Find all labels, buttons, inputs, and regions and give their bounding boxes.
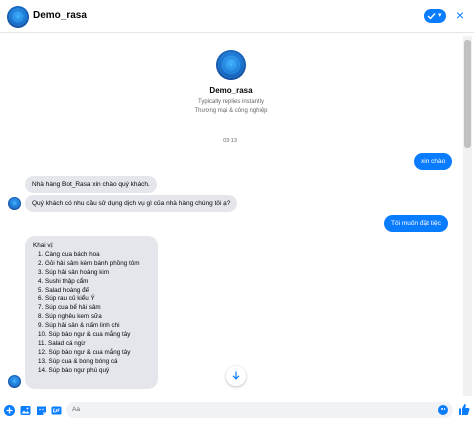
arrow-down-icon <box>232 371 240 380</box>
list-item: 8. Súp nghêu kem sữa <box>38 313 102 321</box>
list-item: 1. Càng cua bách hoa <box>38 250 100 258</box>
scrollbar-thumb[interactable] <box>464 40 471 148</box>
scroll-to-bottom-button[interactable] <box>226 366 246 386</box>
menu-list-message[interactable]: Khai vị: 1. Càng cua bách hoa 2. Gỏi hải… <box>25 236 158 389</box>
menu-heading: Khai vị: <box>33 242 54 249</box>
message-composer: Aa <box>0 397 474 424</box>
close-icon[interactable]: × <box>452 6 468 24</box>
check-icon <box>427 13 436 20</box>
scrollbar[interactable] <box>463 36 472 396</box>
list-item: 7. Súp cua bể hải sâm <box>38 304 101 312</box>
image-icon[interactable] <box>20 405 31 416</box>
list-item: 14. Súp bào ngư phú quý <box>38 366 110 374</box>
emoji-icon[interactable] <box>438 405 448 415</box>
list-item: 3. Súp hải sản hoàng kim <box>38 268 110 276</box>
incoming-message[interactable]: Quý khách có nhu cầu sử dụng dịch vụ gì … <box>25 195 238 212</box>
incoming-message[interactable]: Nhà hàng Bot_Rasa xin chào quý khách. <box>25 176 157 193</box>
bot-avatar <box>8 197 21 210</box>
profile-category: Thương mại & công nghiệp <box>194 108 268 114</box>
outgoing-message[interactable]: xin chào <box>414 153 453 170</box>
bot-avatar <box>8 375 21 388</box>
chat-header: Demo_rasa ▾ × <box>0 0 474 33</box>
profile-name: Demo_rasa <box>209 86 253 95</box>
list-item: 10. Súp bào ngư & cua mắng tây <box>38 331 131 339</box>
message-input[interactable]: Aa <box>66 402 453 418</box>
outgoing-message[interactable]: Tôi muốn đặt tiệc <box>384 215 448 232</box>
profile-status: Typically replies instantly <box>197 99 265 105</box>
gif-icon[interactable] <box>51 405 62 416</box>
conversation-area[interactable]: Demo_rasa Typically replies instantly Th… <box>0 34 474 396</box>
header-avatar[interactable] <box>7 6 29 28</box>
list-item: 4. Sushi thập cẩm <box>38 277 89 285</box>
sticker-icon[interactable] <box>36 405 47 416</box>
list-item: 12. Súp bào ngư & cua mắng tây <box>38 348 131 356</box>
options-button[interactable]: ▾ <box>424 9 446 23</box>
list-item: 6. Súp rau củ kiểu Ý <box>38 295 95 303</box>
profile-avatar <box>216 50 246 80</box>
chevron-down-icon: ▾ <box>438 12 442 19</box>
plus-icon[interactable] <box>4 405 15 416</box>
list-item: 9. Súp hải sản & nấm linh chi <box>38 322 120 330</box>
message-timestamp: 03:13 <box>223 138 237 144</box>
list-item: 2. Gỏi hải sâm kèm bánh phồng tôm <box>38 259 140 267</box>
header-title[interactable]: Demo_rasa <box>33 10 87 21</box>
list-item: 11. Salad cá ngừ <box>38 339 86 347</box>
list-item: 13. Súp cua & bong bóng cá <box>38 357 118 365</box>
like-icon[interactable] <box>458 403 470 416</box>
